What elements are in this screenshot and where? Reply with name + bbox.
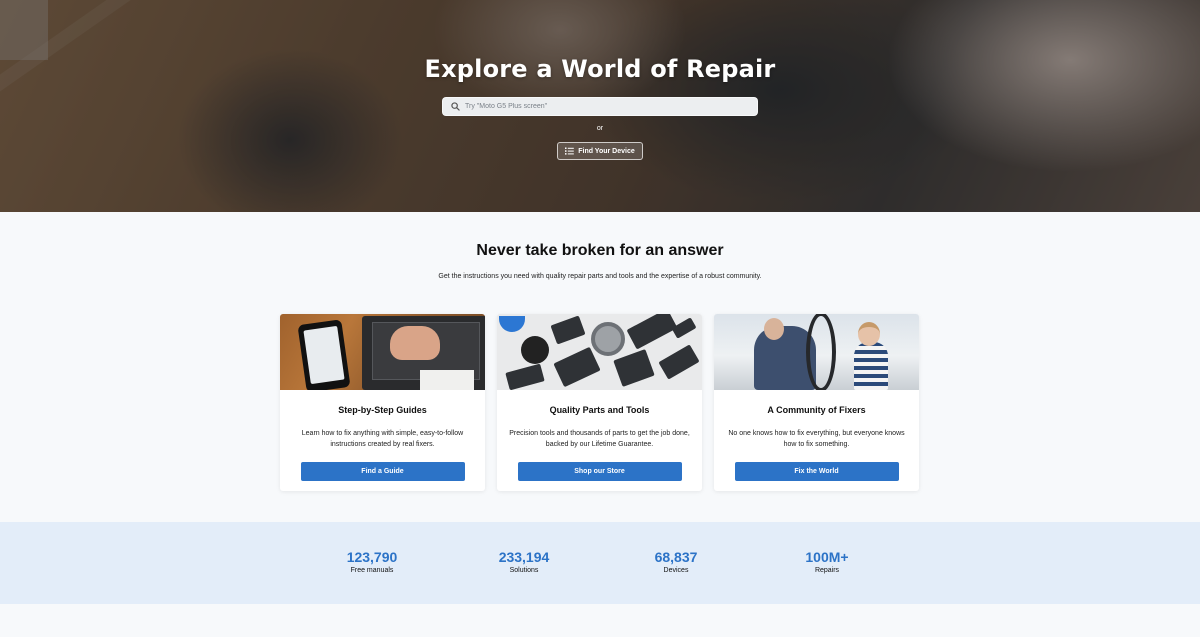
stat-label: Repairs [814,567,840,574]
search-box[interactable] [442,97,758,116]
community-image [714,314,919,390]
guides-image [280,314,485,390]
card-description: No one knows how to fix everything, but … [728,430,905,448]
card-title: A Community of Fixers [767,405,866,415]
stat-label: Free manuals [350,567,394,574]
card-parts: Quality Parts and Tools Precision tools … [497,314,702,491]
stat-solutions: 233,194 Solutions [464,549,584,574]
stat-value: 100M+ [805,549,849,565]
intro-section: Never take broken for an answer Get the … [0,212,1200,522]
stat-value: 233,194 [498,549,550,565]
fix-the-world-button[interactable]: Fix the World [734,462,899,481]
card-community: A Community of Fixers No one knows how t… [714,314,919,491]
page-bottom [0,604,1200,637]
hero-banner: Explore a World of Repair or [0,0,1200,212]
parts-image [497,314,702,390]
card-description: Learn how to fix anything with simple, e… [301,430,464,448]
feature-cards: Step-by-Step Guides Learn how to fix any… [280,314,919,491]
stat-label: Devices [663,567,689,574]
stat-label: Solutions [509,567,539,574]
list-icon [565,147,575,155]
find-a-guide-button[interactable]: Find a Guide [300,462,465,481]
find-your-device-button[interactable]: Find Your Device [557,142,643,160]
card-guides: Step-by-Step Guides Learn how to fix any… [280,314,485,491]
shop-our-store-button[interactable]: Shop our Store [517,462,682,481]
stat-value: 68,837 [654,549,698,565]
stat-devices: 68,837 Devices [616,549,736,574]
or-separator: or [596,125,604,132]
intro-subtitle: Get the instructions you need with quali… [438,273,762,280]
hero-content: Explore a World of Repair or [0,0,1200,212]
card-description: Precision tools and thousands of parts t… [509,430,690,448]
card-title: Quality Parts and Tools [549,405,650,415]
search-input[interactable] [465,103,745,110]
search-icon [450,102,460,112]
hero-title: Explore a World of Repair [424,55,776,83]
stat-free-manuals: 123,790 Free manuals [312,549,432,574]
stat-value: 123,790 [346,549,398,565]
find-your-device-label: Find Your Device [578,147,635,155]
card-title: Step-by-Step Guides [338,405,427,415]
stat-repairs: 100M+ Repairs [767,549,887,574]
intro-title: Never take broken for an answer [476,242,724,259]
stats-bar: 123,790 Free manuals 233,194 Solutions 6… [0,522,1200,604]
